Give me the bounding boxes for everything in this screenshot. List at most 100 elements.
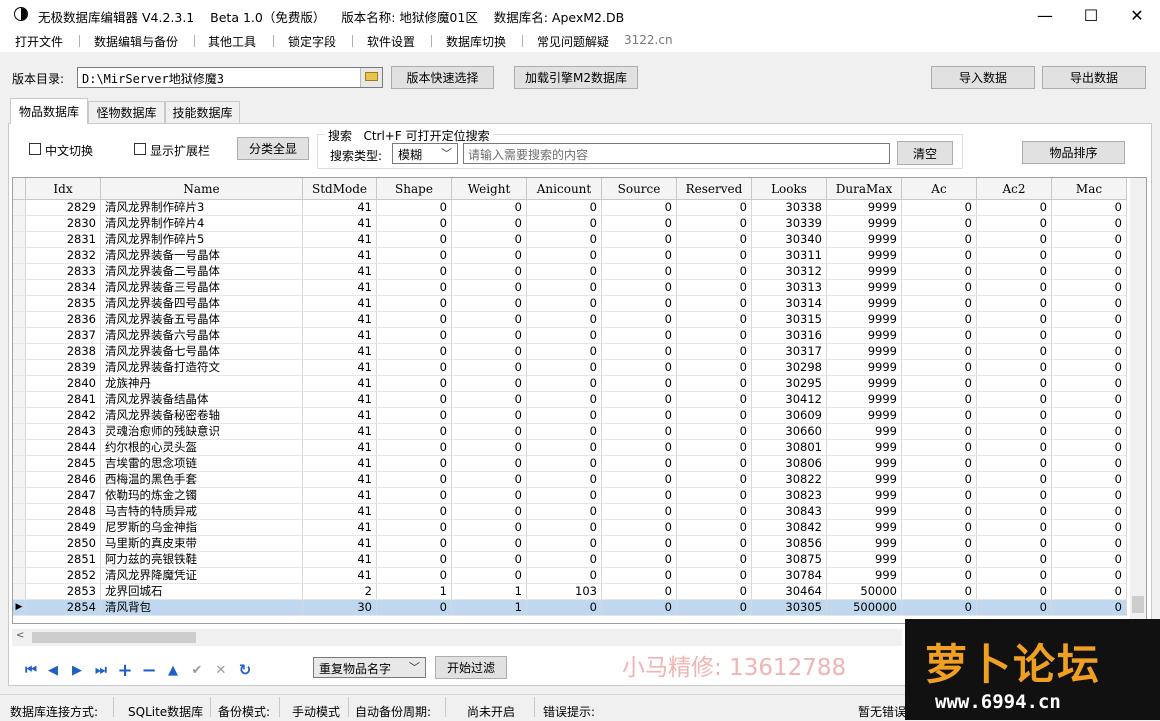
cell-idx[interactable]: 2834 <box>26 280 101 296</box>
cell-anicount[interactable]: 0 <box>527 424 602 440</box>
cell-ac[interactable]: 0 <box>902 488 977 504</box>
cell-source[interactable]: 0 <box>602 216 677 232</box>
cell-reserved[interactable]: 0 <box>677 456 752 472</box>
table-row[interactable]: 2837 清风龙界装备六号晶体 41 0 0 0 0 0 30316 9999 0 0 0 <box>13 328 1127 344</box>
cell-mac[interactable]: 0 <box>1052 584 1127 600</box>
cell-duramax[interactable]: 999 <box>827 440 902 456</box>
cell-duramax[interactable]: 9999 <box>827 376 902 392</box>
cell-reserved[interactable]: 0 <box>677 600 752 616</box>
cell-shape[interactable]: 0 <box>377 488 452 504</box>
cell-ac[interactable]: 0 <box>902 376 977 392</box>
column-header-anicount[interactable]: Anicount <box>527 178 602 200</box>
cell-duramax[interactable]: 9999 <box>827 232 902 248</box>
cell-mac[interactable]: 0 <box>1052 328 1127 344</box>
cell-duramax[interactable]: 999 <box>827 552 902 568</box>
table-row[interactable]: 2845 吉埃雷的思念项链 41 0 0 0 0 0 30806 999 0 0 0 <box>13 456 1127 472</box>
cell-duramax[interactable]: 9999 <box>827 280 902 296</box>
nav-next-button[interactable]: ▶ <box>68 661 86 679</box>
cell-ac[interactable]: 0 <box>902 216 977 232</box>
cell-ac[interactable]: 0 <box>902 296 977 312</box>
table-row[interactable]: 2842 清风龙界装备秘密卷轴 41 0 0 0 0 0 30609 9999 0 0 0 <box>13 408 1127 424</box>
cell-shape[interactable]: 0 <box>377 312 452 328</box>
start-filter-button[interactable]: 开始过滤 <box>435 656 507 679</box>
cell-mac[interactable]: 0 <box>1052 360 1127 376</box>
cell-looks[interactable]: 30856 <box>752 536 827 552</box>
cell-idx[interactable]: 2835 <box>26 296 101 312</box>
cell-shape[interactable]: 0 <box>377 472 452 488</box>
search-type-select[interactable]: 模糊 ﹀ <box>392 143 458 164</box>
cell-idx[interactable]: 2840 <box>26 376 101 392</box>
cell-shape[interactable]: 0 <box>377 264 452 280</box>
cell-stdmode[interactable]: 41 <box>303 376 377 392</box>
cell-reserved[interactable]: 0 <box>677 472 752 488</box>
cell-name[interactable]: 清风龙界装备五号晶体 <box>101 312 303 328</box>
cell-ac2[interactable]: 0 <box>977 376 1052 392</box>
cell-shape[interactable]: 1 <box>377 584 452 600</box>
cell-looks[interactable]: 30314 <box>752 296 827 312</box>
cell-stdmode[interactable]: 41 <box>303 504 377 520</box>
cell-looks[interactable]: 30784 <box>752 568 827 584</box>
cell-anicount[interactable]: 0 <box>527 408 602 424</box>
cell-shape[interactable]: 0 <box>377 296 452 312</box>
table-row[interactable]: 2831 清风龙界制作碎片5 41 0 0 0 0 0 30340 9999 0 0 0 <box>13 232 1127 248</box>
cell-duramax[interactable]: 999 <box>827 520 902 536</box>
cell-source[interactable]: 0 <box>602 488 677 504</box>
table-row[interactable]: ▶ 2854 清风背包 30 0 1 0 0 0 30305 500000 0 0 0 <box>13 600 1127 616</box>
cell-idx[interactable]: 2839 <box>26 360 101 376</box>
cell-duramax[interactable]: 999 <box>827 536 902 552</box>
cell-source[interactable]: 0 <box>602 456 677 472</box>
nav-post-button[interactable]: ✔ <box>188 661 206 679</box>
cell-shape[interactable]: 0 <box>377 600 452 616</box>
cell-looks[interactable]: 30311 <box>752 248 827 264</box>
cell-reserved[interactable]: 0 <box>677 584 752 600</box>
show-all-categories-button[interactable]: 分类全显 <box>237 137 309 160</box>
cell-source[interactable]: 0 <box>602 312 677 328</box>
cell-weight[interactable]: 1 <box>452 600 527 616</box>
cell-source[interactable]: 0 <box>602 360 677 376</box>
cell-stdmode[interactable]: 41 <box>303 472 377 488</box>
cell-mac[interactable]: 0 <box>1052 216 1127 232</box>
cell-mac[interactable]: 0 <box>1052 392 1127 408</box>
item-data-grid[interactable]: Idx Name StdMode Shape Weight Anicount Source R… <box>12 177 1147 624</box>
cell-ac2[interactable]: 0 <box>977 360 1052 376</box>
cell-source[interactable]: 0 <box>602 552 677 568</box>
cell-reserved[interactable]: 0 <box>677 344 752 360</box>
cell-idx[interactable]: 2850 <box>26 536 101 552</box>
cell-weight[interactable]: 0 <box>452 424 527 440</box>
cell-duramax[interactable]: 9999 <box>827 392 902 408</box>
cell-name[interactable]: 马里斯的真皮束带 <box>101 536 303 552</box>
table-row[interactable]: 2834 清风龙界装备三号晶体 41 0 0 0 0 0 30313 9999 0 0 0 <box>13 280 1127 296</box>
cell-ac2[interactable]: 0 <box>977 392 1052 408</box>
cell-idx[interactable]: 2831 <box>26 232 101 248</box>
table-row[interactable]: 2843 灵魂治愈师的残缺意识 41 0 0 0 0 0 30660 999 0 0 0 <box>13 424 1127 440</box>
cell-shape[interactable]: 0 <box>377 424 452 440</box>
chinese-switch-checkbox[interactable] <box>29 143 41 155</box>
cell-shape[interactable]: 0 <box>377 328 452 344</box>
cell-shape[interactable]: 0 <box>377 280 452 296</box>
table-row[interactable]: 2833 清风龙界装备二号晶体 41 0 0 0 0 0 30312 9999 0 0 0 <box>13 264 1127 280</box>
show-ext-checkbox[interactable] <box>134 143 146 155</box>
cell-reserved[interactable]: 0 <box>677 504 752 520</box>
cell-ac[interactable]: 0 <box>902 328 977 344</box>
dir-input[interactable]: D:\MirServer地狱修魔3 <box>77 67 383 88</box>
cell-duramax[interactable]: 50000 <box>827 584 902 600</box>
cell-ac2[interactable]: 0 <box>977 440 1052 456</box>
cell-duramax[interactable]: 9999 <box>827 312 902 328</box>
cell-weight[interactable]: 0 <box>452 456 527 472</box>
cell-ac[interactable]: 0 <box>902 440 977 456</box>
cell-looks[interactable]: 30822 <box>752 472 827 488</box>
column-header-source[interactable]: Source <box>602 178 677 200</box>
cell-idx[interactable]: 2854 <box>26 600 101 616</box>
cell-ac2[interactable]: 0 <box>977 264 1052 280</box>
cell-stdmode[interactable]: 41 <box>303 392 377 408</box>
cell-stdmode[interactable]: 41 <box>303 488 377 504</box>
cell-anicount[interactable]: 0 <box>527 248 602 264</box>
cell-shape[interactable]: 0 <box>377 552 452 568</box>
cell-idx[interactable]: 2842 <box>26 408 101 424</box>
cell-source[interactable]: 0 <box>602 408 677 424</box>
cell-stdmode[interactable]: 41 <box>303 248 377 264</box>
cell-mac[interactable]: 0 <box>1052 504 1127 520</box>
cell-anicount[interactable]: 103 <box>527 584 602 600</box>
cell-ac2[interactable]: 0 <box>977 584 1052 600</box>
nav-prev-button[interactable]: ◀ <box>44 661 62 679</box>
